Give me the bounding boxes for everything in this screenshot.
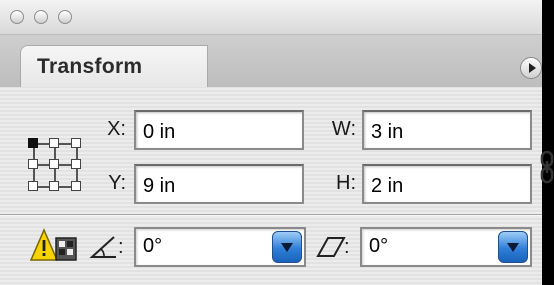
close-icon[interactable] — [10, 10, 24, 24]
reference-point-bottom-right[interactable] — [71, 181, 81, 191]
transform-window: Transform X: Y: W: — [0, 0, 554, 285]
shear-colon: : — [344, 236, 350, 258]
tab-transform-label: Transform — [37, 55, 143, 78]
panel-menu-icon[interactable] — [520, 57, 542, 79]
rotate-angle-combo[interactable]: 0° — [134, 227, 306, 267]
rotate-dropdown-button[interactable] — [272, 231, 302, 263]
rotate-angle-icon — [89, 236, 116, 258]
reference-point-middle-right[interactable] — [71, 159, 81, 169]
h-label: H: — [336, 172, 356, 194]
shear-angle-combo[interactable]: 0° — [360, 227, 532, 267]
warning-icon — [30, 228, 77, 261]
reference-point-top-center[interactable] — [49, 138, 59, 148]
h-field[interactable] — [362, 164, 532, 204]
shear-dropdown-button[interactable] — [498, 231, 528, 263]
reference-point-bottom-left[interactable] — [28, 181, 38, 191]
w-label: W: — [331, 118, 356, 140]
x-label: X: — [107, 118, 126, 140]
reference-point-bottom-center[interactable] — [49, 181, 59, 191]
reference-point-middle-left[interactable] — [28, 159, 38, 169]
minimize-icon[interactable] — [34, 10, 48, 24]
rotate-colon: : — [118, 236, 124, 258]
y-field[interactable] — [134, 164, 304, 204]
tab-transform[interactable]: Transform — [20, 45, 253, 89]
w-field[interactable] — [362, 110, 532, 150]
tab-strip: Transform — [0, 35, 542, 89]
reference-point-grid[interactable] — [28, 138, 82, 192]
x-field[interactable] — [134, 110, 304, 150]
reference-point-top-right[interactable] — [71, 138, 81, 148]
transform-panel: Transform X: Y: W: — [0, 0, 554, 285]
reference-point-top-left[interactable] — [28, 138, 38, 148]
shear-angle-icon — [316, 237, 346, 257]
constrain-proportions-icon[interactable] — [539, 150, 554, 184]
title-bar[interactable] — [0, 0, 542, 35]
section-divider — [0, 214, 542, 216]
reference-point-center[interactable] — [49, 159, 59, 169]
zoom-icon[interactable] — [58, 10, 72, 24]
y-label: Y: — [108, 172, 126, 194]
rotate-angle-value: 0° — [143, 235, 163, 257]
shear-angle-value: 0° — [369, 235, 389, 257]
